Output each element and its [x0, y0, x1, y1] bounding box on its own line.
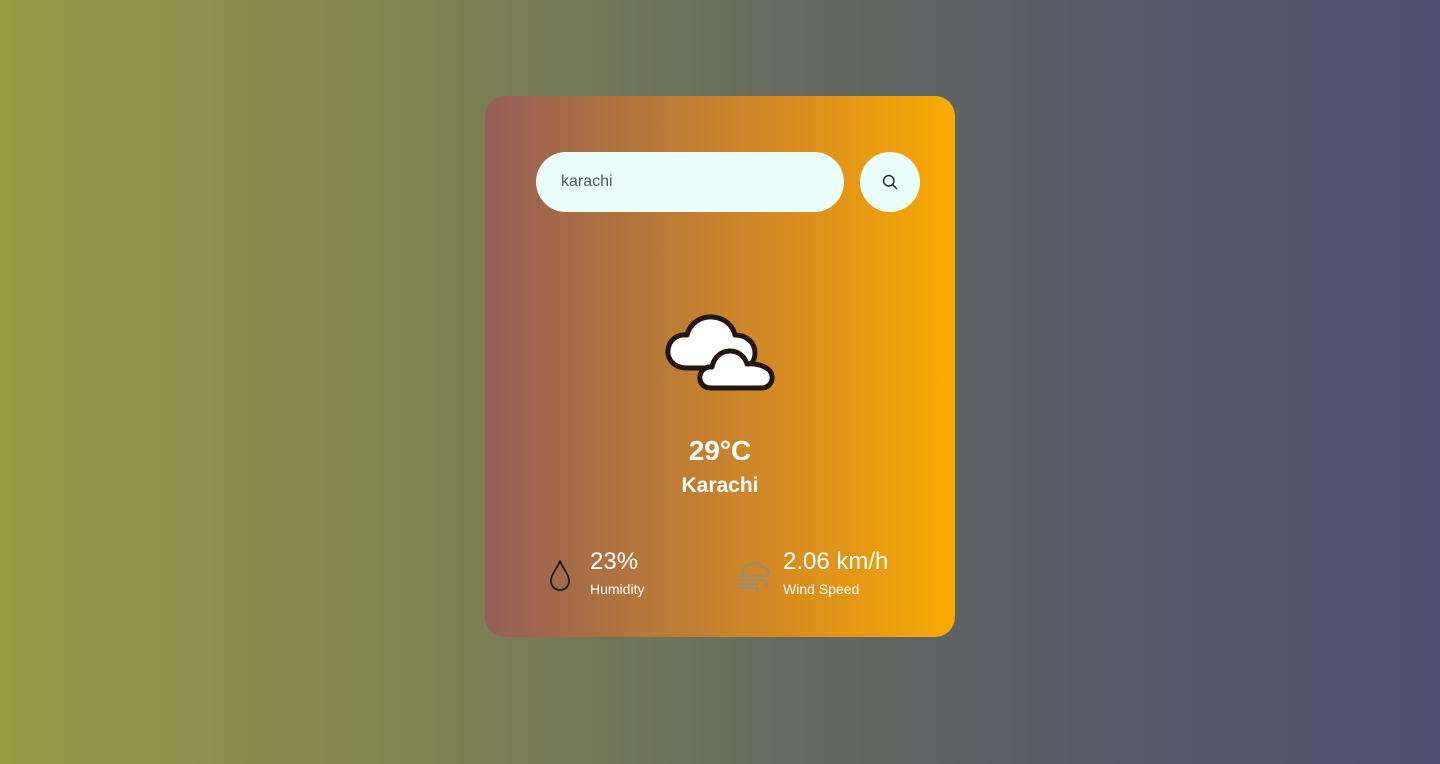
search-icon [882, 174, 898, 190]
droplet-icon [550, 560, 570, 591]
weather-card: 29°C Karachi 23% Humidity 2.06 km/h Wind… [485, 96, 955, 637]
city-name: Karachi [681, 474, 759, 497]
clouds-icon [665, 314, 775, 391]
temperature: 29°C [688, 435, 752, 466]
humidity-value: 23% [590, 548, 639, 575]
search-input[interactable] [536, 152, 844, 212]
search-bar [536, 152, 920, 212]
wind-icon [734, 562, 770, 593]
wind-label: Wind Speed [783, 581, 860, 597]
humidity-label: Humidity [590, 581, 645, 597]
wind-value: 2.06 km/h [783, 548, 889, 575]
search-button[interactable] [860, 152, 920, 212]
